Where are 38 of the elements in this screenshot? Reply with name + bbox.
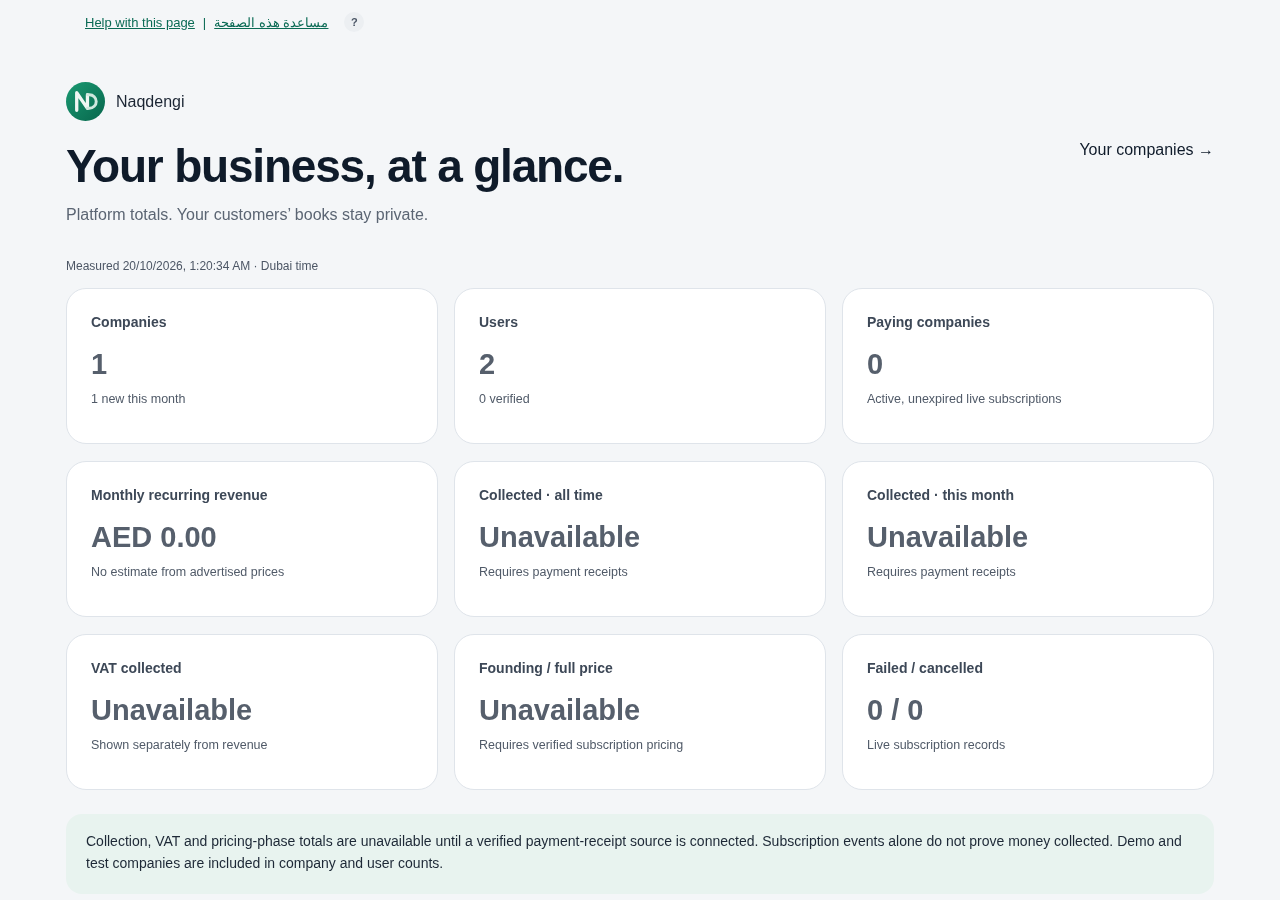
metric-value: 2 bbox=[479, 347, 497, 381]
brand-name: Naqdengi bbox=[116, 92, 185, 111]
metric-value: 1 bbox=[91, 347, 109, 381]
metric-value: AED 0.00 bbox=[91, 520, 218, 554]
link-separator: | bbox=[202, 14, 207, 30]
metric-note: No estimate from advertised prices bbox=[91, 564, 286, 580]
metric-note: 1 new this month bbox=[91, 391, 187, 407]
metric-label: Collected · all time bbox=[479, 486, 604, 504]
companies-link[interactable]: Your companies → bbox=[1079, 141, 1214, 159]
metric-note: Live subscription records bbox=[867, 737, 1007, 753]
help-link[interactable]: Help with this page bbox=[85, 14, 195, 30]
metric-label: Monthly recurring revenue bbox=[91, 486, 269, 504]
metric-label: Collected · this month bbox=[867, 486, 1015, 504]
metric-label: Users bbox=[479, 313, 519, 331]
logo-icon bbox=[66, 82, 105, 121]
metric-note: Requires payment receipts bbox=[867, 564, 1017, 580]
metric-value: Unavailable bbox=[867, 520, 1030, 554]
notice-text: Collection, VAT and pricing-phase totals are unavailable until a verified payment-receipt source is connected. Subscription events alone do not prove money collected. Demo and test companies are included in company and user counts. bbox=[86, 832, 1183, 873]
page-subtitle: Platform totals. Your customers’ books stay private. bbox=[66, 205, 430, 225]
metric-note: Requires payment receipts bbox=[479, 564, 629, 580]
help-button[interactable]: ? bbox=[344, 12, 365, 32]
measured-timestamp: Measured 20/10/2026, 1:20:34 AM · Dubai time bbox=[66, 258, 320, 274]
metric-value: Unavailable bbox=[479, 693, 642, 727]
page-title: Your business, at a glance. bbox=[66, 139, 624, 194]
metric-value: Unavailable bbox=[479, 520, 642, 554]
metric-label: VAT collected bbox=[91, 659, 183, 677]
metric-value: 0 bbox=[867, 347, 885, 381]
help-link[interactable]: مساعدة هذه الصفحة bbox=[214, 14, 329, 30]
metric-note: Active, unexpired live subscriptions bbox=[867, 391, 1063, 407]
metric-value: 0 / 0 bbox=[867, 693, 925, 727]
metric-value: Unavailable bbox=[91, 693, 254, 727]
metric-label: Founding / full price bbox=[479, 659, 614, 677]
metric-note: Shown separately from revenue bbox=[91, 737, 269, 753]
metric-label: Paying companies bbox=[867, 313, 991, 331]
metric-note: Requires verified subscription pricing bbox=[479, 737, 685, 753]
metric-label: Companies bbox=[91, 313, 168, 331]
metric-label: Failed / cancelled bbox=[867, 659, 984, 677]
metric-note: 0 verified bbox=[479, 391, 531, 407]
